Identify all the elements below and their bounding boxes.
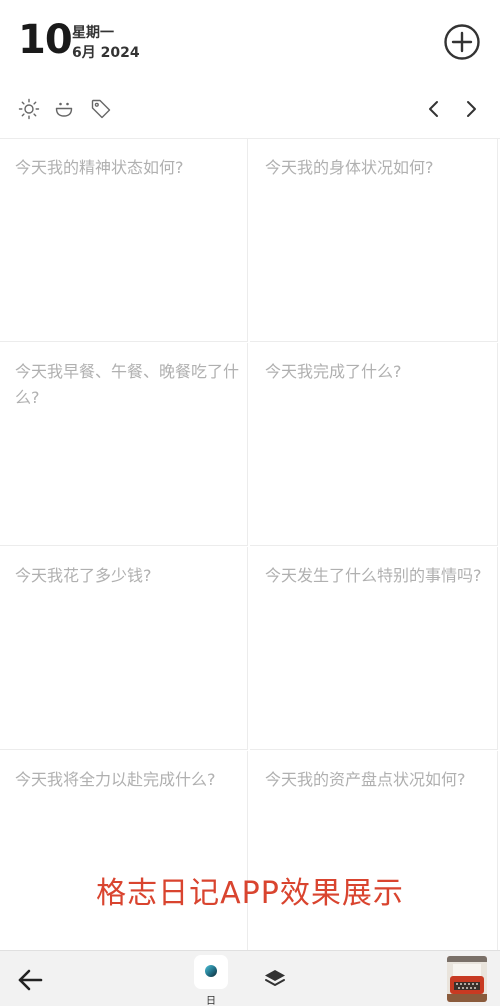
- chevron-right-icon: [467, 101, 476, 117]
- day-tab-label: 日: [206, 996, 216, 1006]
- prompt-card[interactable]: 今天我的精神状态如何?: [0, 139, 248, 342]
- day-number[interactable]: 10: [18, 18, 73, 62]
- plus-circle-icon: [444, 24, 480, 60]
- header: 10 星期一 6月 2024: [0, 0, 500, 85]
- journal-prompt-grid: 今天我的精神状态如何? 今天我的身体状况如何? 今天我早餐、午餐、晚餐吃了什么?…: [0, 138, 500, 951]
- month-year-label[interactable]: 6月 2024: [72, 42, 140, 62]
- prompt-text: 今天我的精神状态如何?: [15, 158, 184, 177]
- day-view-tab[interactable]: [194, 955, 228, 989]
- prompt-card[interactable]: 今天我将全力以赴完成什么?: [0, 751, 248, 951]
- prompt-card[interactable]: 今天我早餐、午餐、晚餐吃了什么?: [0, 343, 248, 546]
- mood-button[interactable]: [53, 98, 75, 120]
- prompt-card[interactable]: 今天我完成了什么?: [250, 343, 498, 546]
- prompt-text: 今天我完成了什么?: [265, 362, 402, 381]
- toolbar: [0, 88, 500, 132]
- prompt-text: 今天发生了什么特别的事情吗?: [265, 566, 482, 585]
- weather-button[interactable]: [18, 98, 40, 120]
- prompt-text: 今天我的身体状况如何?: [265, 158, 434, 177]
- promo-watermark: 格志日记APP效果展示: [96, 876, 404, 911]
- layers-icon: [265, 970, 285, 986]
- back-button[interactable]: [16, 967, 44, 993]
- prompt-text: 今天我花了多少钱?: [15, 566, 152, 585]
- smiley-icon: [55, 102, 73, 117]
- prompt-text: 今天我的资产盘点状况如何?: [265, 770, 466, 789]
- prompt-card[interactable]: 今天我花了多少钱?: [0, 547, 248, 750]
- add-entry-button[interactable]: [443, 23, 481, 61]
- tag-icon: [91, 99, 111, 119]
- tag-button[interactable]: [90, 98, 112, 120]
- prompt-card[interactable]: 今天我的身体状况如何?: [250, 139, 498, 342]
- layers-button[interactable]: [263, 968, 287, 990]
- prompt-card[interactable]: 今天我的资产盘点状况如何?: [250, 751, 498, 951]
- prompt-text: 今天我将全力以赴完成什么?: [15, 770, 216, 789]
- chevron-left-icon: [429, 101, 438, 117]
- photo-thumbnail[interactable]: [447, 956, 487, 1002]
- arrow-left-icon: [18, 969, 43, 991]
- next-day-button[interactable]: [460, 98, 482, 120]
- bottom-navigation: 日: [0, 950, 500, 1006]
- day-orb-icon: [205, 965, 217, 977]
- prompt-card[interactable]: 今天发生了什么特别的事情吗?: [250, 547, 498, 750]
- previous-day-button[interactable]: [423, 98, 445, 120]
- prompt-text: 今天我早餐、午餐、晚餐吃了什么?: [15, 362, 240, 407]
- sun-icon: [18, 98, 40, 120]
- typewriter-photo-icon: [447, 956, 487, 1002]
- weekday-label: 星期一: [72, 25, 114, 41]
